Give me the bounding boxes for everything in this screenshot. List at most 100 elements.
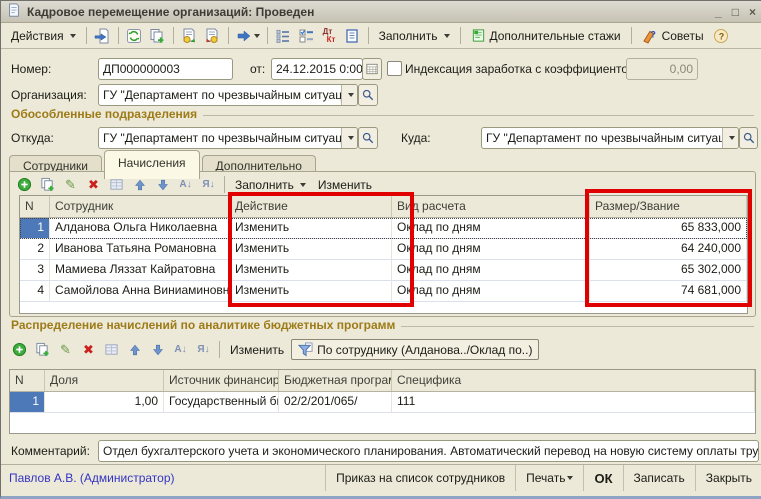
pencil-icon: ✎ — [60, 343, 71, 356]
col-spec[interactable]: Специфика — [392, 370, 755, 391]
chevron-down-icon — [348, 93, 354, 97]
sort-descending-button[interactable]: Я↓ — [198, 175, 219, 195]
calendar-button[interactable] — [362, 58, 382, 80]
edit-label: Изменить — [230, 343, 284, 357]
delete-row-button[interactable]: ✖ — [83, 175, 104, 195]
comment-input[interactable]: Отдел бухгалтерского учета и экономическ… — [98, 440, 759, 462]
dropdown-button[interactable] — [341, 85, 357, 105]
accruals-fill-button[interactable]: Заполнить — [230, 176, 311, 194]
help-button[interactable]: ? — [711, 26, 732, 46]
distribution-table: N Доля Источник финансирования Бюджетная… — [9, 369, 756, 434]
reread-button[interactable] — [92, 26, 113, 46]
actions-label: Действия — [11, 29, 64, 43]
fill-menu-button[interactable]: Заполнить — [374, 27, 455, 45]
number-input[interactable]: ДП000000003 — [98, 58, 233, 80]
distribution-edit-button[interactable]: Изменить — [225, 341, 289, 359]
cell-employee: Алданова Ольга Николаевна — [50, 218, 230, 238]
col-amount[interactable]: Размер/Звание — [590, 196, 747, 217]
cell-calc: Оклад по дням — [392, 239, 590, 259]
from-open-button[interactable] — [358, 127, 378, 149]
cell-action: Изменить — [230, 218, 392, 238]
close-form-button[interactable]: Закрыть — [695, 465, 761, 491]
to-combo[interactable]: ГУ "Департамент по чрезвычайным ситуация… — [481, 127, 739, 149]
tab-accruals[interactable]: Начисления — [104, 150, 200, 179]
print-label: Печать — [526, 471, 565, 485]
additional-service-icon — [471, 28, 486, 43]
edit-row-button[interactable]: ✎ — [55, 340, 76, 360]
document-window: Кадровое перемещение организаций: Провед… — [0, 0, 761, 499]
section-rule — [203, 115, 754, 116]
table-row[interactable]: 1 Алданова Ольга Николаевна Изменить Окл… — [20, 218, 747, 239]
table-row[interactable]: 2 Иванова Татьяна Романовна Изменить Окл… — [20, 239, 747, 260]
unpost-document-icon — [204, 28, 220, 44]
delete-row-button[interactable]: ✖ — [78, 340, 99, 360]
table-row[interactable]: 1 1,00 Государственный бюджет 02/2/201/0… — [10, 392, 755, 413]
cell-source: Государственный бюджет — [164, 392, 279, 412]
accruals-table: N Сотрудник Действие Вид расчета Размер/… — [19, 195, 748, 314]
maximize-button[interactable]: □ — [732, 5, 739, 19]
col-source[interactable]: Источник финансирования — [164, 370, 279, 391]
save-button[interactable]: Записать — [623, 465, 695, 491]
cell-employee: Мамиева Ляззат Кайратовна — [50, 260, 230, 280]
dt-kt-button[interactable]: ДтКт — [319, 26, 340, 46]
post-document-button[interactable] — [179, 26, 200, 46]
number-value: ДП000000003 — [99, 62, 232, 76]
accruals-edit-button[interactable]: Изменить — [313, 176, 377, 194]
toolbar-separator — [228, 27, 229, 44]
table-row[interactable]: 4 Самойлова Анна Виниаминовна Изменить О… — [20, 281, 747, 302]
copy-button[interactable] — [147, 26, 168, 46]
date-input[interactable]: 24.12.2015 0:00:00 — [271, 58, 363, 80]
col-program[interactable]: Бюджетная программа — [279, 370, 392, 391]
chevron-down-icon — [348, 136, 354, 140]
svg-text:?: ? — [650, 29, 656, 39]
dropdown-button[interactable] — [341, 128, 357, 148]
add-row-button[interactable] — [14, 175, 35, 195]
close-button[interactable]: × — [749, 5, 756, 19]
magnifier-icon — [362, 89, 374, 101]
edit-label: Изменить — [318, 178, 372, 192]
goto-menu-button[interactable] — [234, 26, 262, 46]
add-row-button[interactable] — [9, 340, 30, 360]
col-calc[interactable]: Вид расчета — [392, 196, 590, 217]
organization-combo[interactable]: ГУ "Департамент по чрезвычайным ситуация — [98, 84, 358, 106]
to-open-button[interactable] — [739, 127, 758, 149]
col-action[interactable]: Действие — [230, 196, 392, 217]
edit-row-button[interactable]: ✎ — [60, 175, 81, 195]
unpost-document-button[interactable] — [202, 26, 223, 46]
sort-ascending-button[interactable]: А↓ — [170, 340, 191, 360]
refresh-button[interactable] — [124, 26, 145, 46]
cell-calc: Оклад по дням — [392, 218, 590, 238]
move-up-button[interactable] — [124, 340, 145, 360]
indexation-checkbox[interactable] — [387, 61, 402, 76]
from-combo[interactable]: ГУ "Департамент по чрезвычайным ситуация — [98, 127, 358, 149]
actions-menu-button[interactable]: Действия — [6, 27, 81, 45]
document-structure-button[interactable] — [273, 26, 294, 46]
col-employee[interactable]: Сотрудник — [50, 196, 230, 217]
end-edit-button[interactable] — [101, 340, 122, 360]
copy-row-button[interactable] — [32, 340, 53, 360]
journal-button[interactable] — [342, 26, 363, 46]
col-n[interactable]: N — [20, 196, 50, 217]
copy-row-button[interactable] — [37, 175, 58, 195]
additional-service-button[interactable]: Дополнительные стажи — [466, 26, 626, 45]
tips-button[interactable]: ? Советы — [637, 26, 709, 46]
accruals-tab-panel: ✎ ✖ А↓ Я↓ Заполнить Изменить N Сотрудник… — [9, 171, 756, 317]
ok-button[interactable]: ОК — [583, 465, 622, 491]
cell-amount: 65 833,000 — [590, 218, 747, 238]
sort-descending-button[interactable]: Я↓ — [193, 340, 214, 360]
minimize-button[interactable]: _ — [715, 5, 722, 19]
order-list-button[interactable]: Приказ на список сотрудников — [325, 465, 515, 491]
col-n[interactable]: N — [10, 370, 45, 391]
dropdown-button[interactable] — [722, 128, 738, 148]
filter-by-employee-button[interactable]: По сотруднику (Алданова../Оклад по..) — [291, 339, 539, 360]
list-settings-button[interactable] — [296, 26, 317, 46]
move-down-button[interactable] — [147, 340, 168, 360]
col-share[interactable]: Доля — [45, 370, 164, 391]
organization-open-button[interactable] — [358, 84, 378, 106]
print-menu-button[interactable]: Печать — [515, 465, 583, 491]
post-document-icon — [181, 28, 197, 44]
table-row[interactable]: 3 Мамиева Ляззат Кайратовна Изменить Окл… — [20, 260, 747, 281]
add-icon — [17, 177, 32, 192]
cell-n: 1 — [20, 218, 50, 238]
date-value: 24.12.2015 0:00:00 — [272, 62, 362, 76]
